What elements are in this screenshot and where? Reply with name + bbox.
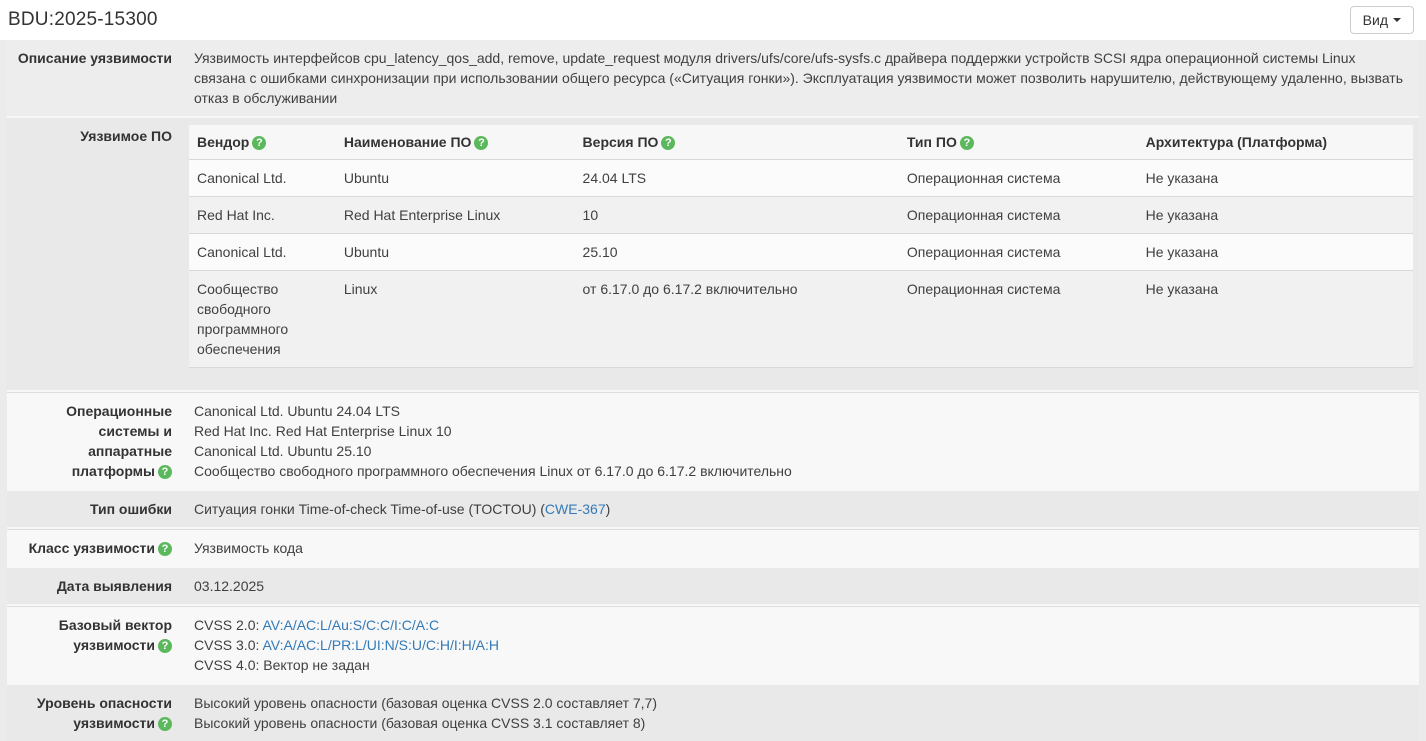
software-table-cell: Ubuntu bbox=[336, 234, 575, 271]
software-table-cell: Не указана bbox=[1138, 197, 1413, 234]
software-table-cell: Linux bbox=[336, 271, 575, 368]
row-severity: Уровень опасности уязвимости? Высокий ур… bbox=[7, 685, 1419, 741]
cvss-line: CVSS 3.0: AV:A/AC:L/PR:L/UI:N/S:U/C:H/I:… bbox=[194, 635, 1409, 655]
software-column-header: Версия ПО? bbox=[575, 125, 899, 160]
platform-item: Сообщество свободного программного обесп… bbox=[194, 461, 1409, 481]
cvss-prefix: CVSS 3.0: bbox=[194, 637, 262, 653]
software-table-cell: Не указана bbox=[1138, 234, 1413, 271]
platform-item: Canonical Ltd. Ubuntu 24.04 LTS bbox=[194, 401, 1409, 421]
software-table-cell: Операционная система bbox=[899, 234, 1138, 271]
software-table-cell: Не указана bbox=[1138, 271, 1413, 368]
help-icon[interactable]: ? bbox=[960, 136, 974, 150]
view-dropdown-button[interactable]: Вид bbox=[1350, 6, 1414, 34]
software-column-label: Наименование ПО bbox=[344, 134, 472, 150]
software-table-row: Red Hat Inc.Red Hat Enterprise Linux10Оп… bbox=[189, 197, 1413, 234]
severity-lines: Высокий уровень опасности (базовая оценк… bbox=[189, 685, 1419, 741]
software-table-cell: Не указана bbox=[1138, 160, 1413, 197]
vulnerability-card: Описание уязвимости Уязвимость интерфейс… bbox=[7, 40, 1419, 741]
cvss-vector-link[interactable]: AV:A/AC:L/PR:L/UI:N/S:U/C:H/I:H/A:H bbox=[262, 637, 499, 653]
page-header: BDU:2025-15300 Вид bbox=[0, 0, 1426, 40]
software-table-cell: Red Hat Enterprise Linux bbox=[336, 197, 575, 234]
software-table-cell: Canonical Ltd. bbox=[189, 234, 336, 271]
software-table-cell: Ubuntu bbox=[336, 160, 575, 197]
cwe-link[interactable]: CWE-367 bbox=[545, 501, 606, 517]
software-table-header-row: Вендор?Наименование ПО?Версия ПО?Тип ПО?… bbox=[189, 125, 1413, 160]
software-column-header: Тип ПО? bbox=[899, 125, 1138, 160]
software-table: Вендор?Наименование ПО?Версия ПО?Тип ПО?… bbox=[189, 125, 1413, 368]
base-vector-label: Базовый вектор уязвимости? bbox=[7, 607, 189, 683]
help-icon[interactable]: ? bbox=[158, 639, 172, 653]
help-icon[interactable]: ? bbox=[474, 136, 488, 150]
help-icon[interactable]: ? bbox=[158, 465, 172, 479]
severity-line: Высокий уровень опасности (базовая оценк… bbox=[194, 713, 1409, 733]
software-table-cell: Canonical Ltd. bbox=[189, 160, 336, 197]
software-column-label: Версия ПО bbox=[583, 134, 659, 150]
software-column-label: Вендор bbox=[197, 134, 249, 150]
vulnerable-software-content: Вендор?Наименование ПО?Версия ПО?Тип ПО?… bbox=[189, 118, 1419, 390]
row-detection-date: Дата выявления 03.12.2025 bbox=[7, 568, 1419, 606]
platforms-label: Операционные системы и аппаратные платфо… bbox=[7, 393, 189, 489]
platform-item: Canonical Ltd. Ubuntu 25.10 bbox=[194, 441, 1409, 461]
severity-label: Уровень опасности уязвимости? bbox=[7, 685, 189, 741]
help-icon[interactable]: ? bbox=[252, 136, 266, 150]
error-type-value: Ситуация гонки Time-of-check Time-of-use… bbox=[189, 491, 1419, 527]
software-table-cell: Операционная система bbox=[899, 197, 1138, 234]
row-description: Описание уязвимости Уязвимость интерфейс… bbox=[7, 40, 1419, 118]
description-text: Уязвимость интерфейсов cpu_latency_qos_a… bbox=[189, 40, 1419, 116]
row-platforms: Операционные системы и аппаратные платфо… bbox=[7, 392, 1419, 491]
row-base-vector: Базовый вектор уязвимости? CVSS 2.0: AV:… bbox=[7, 606, 1419, 685]
software-table-cell: Операционная система bbox=[899, 271, 1138, 368]
software-table-cell: Сообщество свободного программного обесп… bbox=[189, 271, 336, 368]
cvss-line: CVSS 2.0: AV:A/AC:L/Au:S/C:C/I:C/A:C bbox=[194, 615, 1409, 635]
vulnerability-class-label: Класс уязвимости? bbox=[7, 530, 189, 566]
software-table-cell: 10 bbox=[575, 197, 899, 234]
software-column-header: Архитектура (Платформа) bbox=[1138, 125, 1413, 160]
software-column-label: Тип ПО bbox=[907, 134, 957, 150]
software-table-row: Canonical Ltd.Ubuntu25.10Операционная си… bbox=[189, 234, 1413, 271]
software-column-header: Наименование ПО? bbox=[336, 125, 575, 160]
row-vulnerability-class: Класс уязвимости? Уязвимость кода bbox=[7, 529, 1419, 568]
base-vector-lines: CVSS 2.0: AV:A/AC:L/Au:S/C:C/I:C/A:CCVSS… bbox=[189, 607, 1419, 683]
vulnerable-software-label: Уязвимое ПО bbox=[7, 118, 189, 390]
page-title: BDU:2025-15300 bbox=[8, 9, 158, 31]
help-icon[interactable]: ? bbox=[661, 136, 675, 150]
cvss-line: CVSS 4.0: Вектор не задан bbox=[194, 655, 1409, 675]
detection-date-label: Дата выявления bbox=[7, 568, 189, 604]
software-column-header: Вендор? bbox=[189, 125, 336, 160]
software-table-cell: Red Hat Inc. bbox=[189, 197, 336, 234]
platform-item: Red Hat Inc. Red Hat Enterprise Linux 10 bbox=[194, 421, 1409, 441]
software-table-row: Canonical Ltd.Ubuntu24.04 LTSОперационна… bbox=[189, 160, 1413, 197]
software-table-row: Сообщество свободного программного обесп… bbox=[189, 271, 1413, 368]
cvss-vector-link[interactable]: AV:A/AC:L/Au:S/C:C/I:C/A:C bbox=[262, 617, 439, 633]
software-table-cell: 24.04 LTS bbox=[575, 160, 899, 197]
row-error-type: Тип ошибки Ситуация гонки Time-of-check … bbox=[7, 491, 1419, 529]
view-dropdown-label: Вид bbox=[1363, 12, 1388, 28]
detection-date-value: 03.12.2025 bbox=[189, 568, 1419, 604]
software-column-label: Архитектура (Платформа) bbox=[1146, 134, 1327, 150]
cvss-prefix: CVSS 4.0: bbox=[194, 657, 263, 673]
software-table-body: Canonical Ltd.Ubuntu24.04 LTSОперационна… bbox=[189, 160, 1413, 368]
software-table-cell: Операционная система bbox=[899, 160, 1138, 197]
software-table-cell: от 6.17.0 до 6.17.2 включительно bbox=[575, 271, 899, 368]
vulnerability-class-value: Уязвимость кода bbox=[189, 530, 1419, 566]
severity-line: Высокий уровень опасности (базовая оценк… bbox=[194, 693, 1409, 713]
help-icon[interactable]: ? bbox=[158, 717, 172, 731]
error-type-label: Тип ошибки bbox=[7, 491, 189, 527]
cvss-prefix: CVSS 2.0: bbox=[194, 617, 262, 633]
platforms-list: Canonical Ltd. Ubuntu 24.04 LTSRed Hat I… bbox=[189, 393, 1419, 489]
software-table-cell: 25.10 bbox=[575, 234, 899, 271]
caret-down-icon bbox=[1393, 18, 1401, 22]
cvss-vector-text: Вектор не задан bbox=[263, 657, 369, 673]
row-vulnerable-software: Уязвимое ПО Вендор?Наименование ПО?Верси… bbox=[7, 118, 1419, 392]
description-label: Описание уязвимости bbox=[7, 40, 189, 116]
help-icon[interactable]: ? bbox=[158, 542, 172, 556]
